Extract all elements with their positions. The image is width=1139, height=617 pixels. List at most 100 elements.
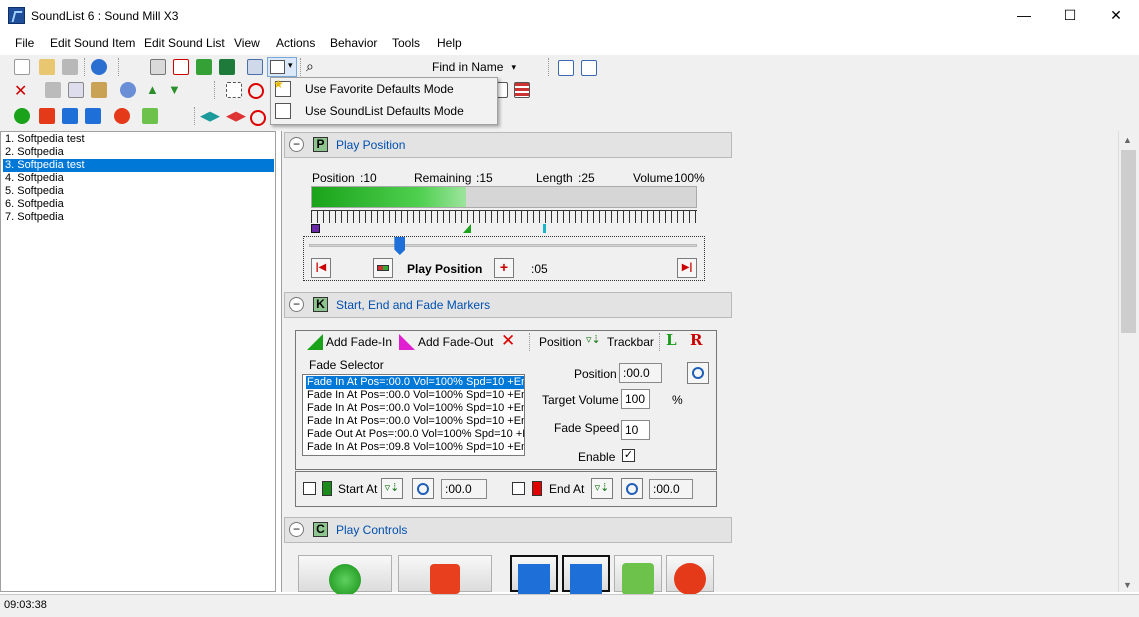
go-start-button[interactable]: |◀ bbox=[311, 258, 331, 278]
refresh-list-icon[interactable] bbox=[196, 59, 212, 75]
set-right-icon[interactable]: R bbox=[690, 331, 702, 349]
select-icon[interactable] bbox=[226, 82, 242, 98]
enable-checkbox[interactable]: ✓ bbox=[622, 449, 635, 462]
find-in-name-dropdown[interactable]: Find in Name ▾ bbox=[428, 58, 520, 77]
next-icon[interactable]: ◀▶ bbox=[226, 108, 246, 124]
step-value: :05 bbox=[531, 262, 548, 276]
end-at-checkbox[interactable] bbox=[512, 482, 525, 495]
save-icon[interactable] bbox=[62, 59, 78, 75]
stop-icon[interactable] bbox=[39, 108, 55, 124]
menu-file[interactable]: File bbox=[15, 36, 34, 50]
list-item[interactable]: 2. Softpedia bbox=[3, 146, 274, 159]
end-trackbar-button[interactable]: ▿⇣ bbox=[591, 478, 613, 499]
minimize-button[interactable]: — bbox=[1001, 0, 1047, 32]
fade-item[interactable]: Fade In At Pos=:00.0 Vol=100% Spd=10 +En… bbox=[306, 415, 524, 428]
play-view-icon[interactable] bbox=[581, 60, 597, 76]
menu-tools[interactable]: Tools bbox=[392, 36, 420, 50]
copy-icon[interactable] bbox=[68, 82, 84, 98]
paste-icon[interactable] bbox=[91, 82, 107, 98]
loop-big-button[interactable] bbox=[614, 555, 662, 595]
start-at-field[interactable]: :00.0 bbox=[441, 479, 487, 499]
collapse-icon[interactable]: − bbox=[289, 522, 304, 537]
start-at-checkbox[interactable] bbox=[303, 482, 316, 495]
pause-icon[interactable] bbox=[62, 108, 78, 124]
menu-help[interactable]: Help bbox=[437, 36, 462, 50]
list-item[interactable]: 5. Softpedia bbox=[3, 185, 274, 198]
mute-icon[interactable] bbox=[250, 110, 266, 126]
defaults-mode-button[interactable]: ▾ bbox=[267, 57, 297, 77]
add-fade-in-button[interactable]: Add Fade-In bbox=[326, 335, 392, 349]
start-timer-button[interactable] bbox=[412, 478, 434, 499]
stop-big-button[interactable] bbox=[398, 555, 492, 594]
fade-speed-field[interactable]: 10 bbox=[621, 420, 650, 440]
settings-gear-icon[interactable] bbox=[120, 82, 136, 98]
list-item[interactable]: 6. Softpedia bbox=[3, 198, 274, 211]
fade-position-field[interactable]: :00.0 bbox=[619, 363, 662, 383]
go-end-button[interactable]: ▶| bbox=[677, 258, 697, 278]
move-down-icon[interactable]: ▼ bbox=[168, 82, 181, 97]
no-icon[interactable] bbox=[248, 83, 264, 99]
fade-item[interactable]: Fade In At Pos=:09.8 Vol=100% Spd=10 +En… bbox=[306, 441, 524, 454]
add-fade-out-button[interactable]: Add Fade-Out bbox=[418, 335, 493, 349]
fade-timer-button[interactable] bbox=[687, 362, 709, 384]
maximize-button[interactable]: ☐ bbox=[1047, 0, 1093, 32]
play-next-icon[interactable] bbox=[85, 108, 101, 124]
menu-view[interactable]: View bbox=[234, 36, 260, 50]
list-item[interactable]: 3. Softpedia test bbox=[3, 159, 274, 172]
move-up-icon[interactable]: ▲ bbox=[146, 82, 159, 97]
play-icon[interactable] bbox=[14, 108, 30, 124]
target-volume-field[interactable]: 100 bbox=[621, 389, 650, 409]
battery-button[interactable] bbox=[373, 258, 393, 278]
binoculars-icon[interactable]: ⌕ bbox=[306, 58, 314, 75]
battery-icon bbox=[377, 265, 389, 271]
fade-item[interactable]: Fade In At Pos=:00.0 Vol=100% Spd=10 +En… bbox=[306, 402, 524, 415]
open-folder-icon[interactable] bbox=[39, 59, 55, 75]
play-big-button[interactable] bbox=[298, 555, 392, 596]
save-list-icon[interactable] bbox=[219, 59, 235, 75]
delete-x-icon[interactable]: ✕ bbox=[14, 81, 27, 101]
menu-use-soundlist-defaults[interactable]: Use SoundList Defaults Mode bbox=[271, 100, 497, 122]
collapse-icon[interactable]: − bbox=[289, 297, 304, 312]
help-icon[interactable] bbox=[91, 59, 107, 75]
menu-edit-sound-list[interactable]: Edit Sound List bbox=[144, 36, 225, 50]
list-item[interactable]: 1. Softpedia test bbox=[3, 133, 274, 146]
close-button[interactable]: ✕ bbox=[1093, 0, 1139, 32]
fade-item[interactable]: Fade In At Pos=:00.0 Vol=100% Spd=10 +En… bbox=[306, 376, 524, 389]
cancel-icon[interactable] bbox=[114, 108, 130, 124]
cancel-big-button[interactable] bbox=[666, 555, 714, 595]
pause-big-button[interactable] bbox=[510, 555, 558, 596]
scrollbar-thumb[interactable] bbox=[1121, 150, 1136, 333]
play-next-big-button[interactable] bbox=[562, 555, 610, 596]
list-item[interactable]: 4. Softpedia bbox=[3, 172, 274, 185]
windows-icon[interactable] bbox=[247, 59, 263, 75]
toolbar-separator bbox=[84, 58, 85, 76]
scroll-up-icon[interactable]: ▲ bbox=[1123, 135, 1132, 145]
cut-icon[interactable] bbox=[45, 82, 61, 98]
fade-item[interactable]: Fade In At Pos=:00.0 Vol=100% Spd=10 +En… bbox=[306, 389, 524, 402]
menu-behavior[interactable]: Behavior bbox=[330, 36, 377, 50]
previous-icon[interactable]: ◀▶ bbox=[200, 108, 220, 124]
properties-icon[interactable] bbox=[150, 59, 166, 75]
start-trackbar-button[interactable]: ▿⇣ bbox=[381, 478, 403, 499]
set-left-icon[interactable]: L bbox=[666, 331, 677, 349]
loop-icon[interactable] bbox=[142, 108, 158, 124]
menu-actions[interactable]: Actions bbox=[276, 36, 315, 50]
position-slider-track[interactable] bbox=[309, 244, 697, 247]
collapse-icon[interactable]: − bbox=[289, 137, 304, 152]
end-at-field[interactable]: :00.0 bbox=[649, 479, 693, 499]
list-item[interactable]: 7. Softpedia bbox=[3, 211, 274, 224]
list-view-icon[interactable] bbox=[558, 60, 574, 76]
add-position-button[interactable]: + bbox=[494, 258, 514, 278]
stop-icon bbox=[430, 564, 460, 594]
menu-edit-sound-item[interactable]: Edit Sound Item bbox=[50, 36, 135, 50]
checklist-icon[interactable] bbox=[173, 59, 189, 75]
menu-use-favorite-defaults[interactable]: Use Favorite Defaults Mode bbox=[271, 78, 497, 100]
lines-icon[interactable] bbox=[514, 82, 530, 98]
delete-fade-button[interactable]: ✕ bbox=[501, 331, 515, 351]
toolbar-separator bbox=[118, 58, 119, 76]
scroll-down-icon[interactable]: ▼ bbox=[1123, 580, 1132, 590]
trackbar-button[interactable]: Trackbar bbox=[607, 335, 654, 349]
new-file-icon[interactable] bbox=[14, 59, 30, 75]
fade-item[interactable]: Fade Out At Pos=:00.0 Vol=100% Spd=10 +E… bbox=[306, 428, 524, 441]
end-timer-button[interactable] bbox=[621, 478, 643, 499]
